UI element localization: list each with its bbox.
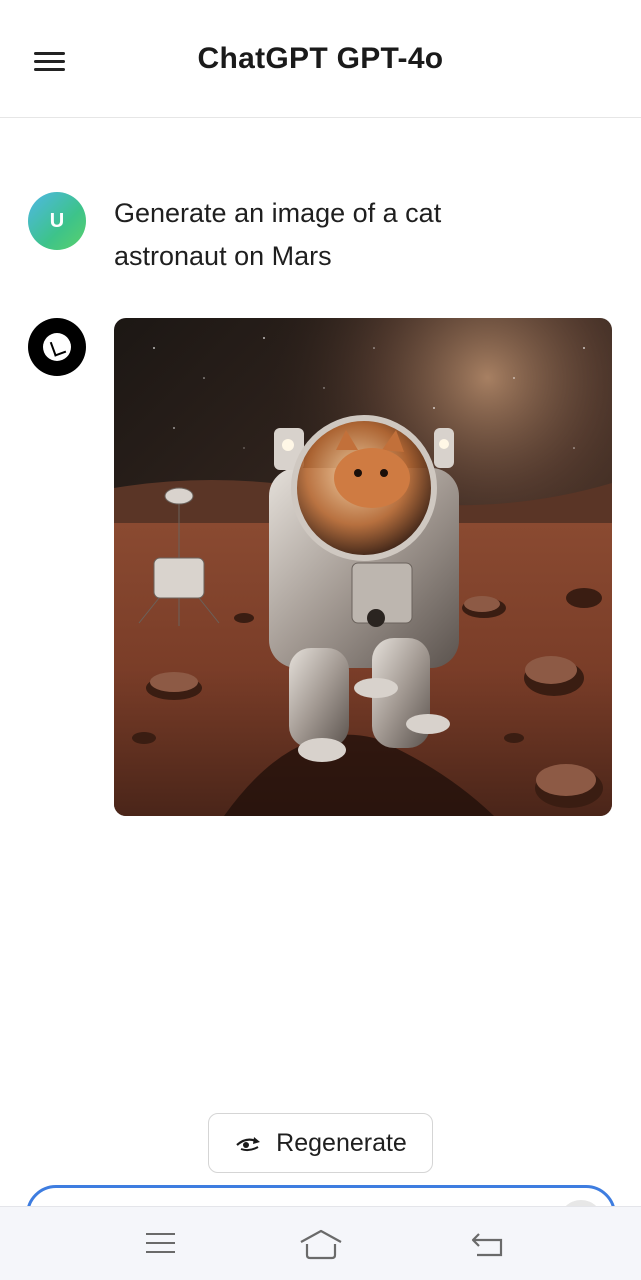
back-icon[interactable] [469, 1227, 509, 1261]
system-navigation-bar [0, 1206, 641, 1280]
app-header: ChatGPT GPT-4o [0, 0, 641, 118]
cat-astronaut-mars-image [114, 318, 612, 816]
user-message-text: Generate an image of a cat astronaut on … [114, 198, 442, 271]
page-title: ChatGPT GPT-4o [197, 42, 444, 75]
regenerate-icon [236, 1137, 261, 1152]
regenerate-button[interactable]: Regenerate [208, 1113, 433, 1173]
user-avatar: U [28, 192, 86, 250]
generated-image[interactable] [114, 318, 612, 816]
home-icon[interactable] [299, 1227, 342, 1261]
regenerate-label: Regenerate [276, 1128, 407, 1157]
openai-logo-icon [28, 318, 86, 376]
recents-icon[interactable] [140, 1227, 180, 1261]
